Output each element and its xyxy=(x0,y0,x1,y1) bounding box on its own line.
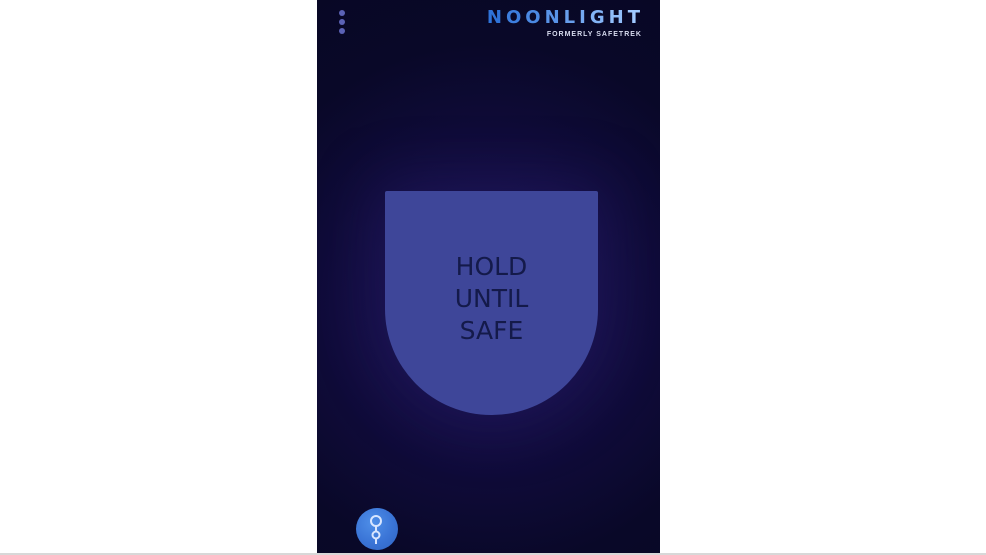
hold-label-line: UNTIL xyxy=(454,284,529,313)
timer-mode-button[interactable] xyxy=(356,508,398,550)
logo-letter: H xyxy=(608,7,628,28)
hold-button-label: HOLD UNTIL SAFE xyxy=(455,251,529,347)
hold-label-line: SAFE xyxy=(459,316,524,345)
logo-letter: I xyxy=(579,7,590,28)
menu-dot-icon xyxy=(339,19,345,25)
brand-header: NOONLIGHT FORMERLY SAFETREK xyxy=(487,8,644,39)
noonlight-logo: NOONLIGHT xyxy=(487,8,644,28)
hold-until-safe-button[interactable]: HOLD UNTIL SAFE xyxy=(385,191,598,415)
screenshot-stage: NOONLIGHT FORMERLY SAFETREK HOLD UNTIL S… xyxy=(0,0,986,555)
logo-letter: N xyxy=(544,7,564,28)
hold-label-line: HOLD xyxy=(455,252,528,281)
menu-dot-icon xyxy=(339,28,345,34)
overflow-menu-button[interactable] xyxy=(333,8,351,38)
menu-dot-icon xyxy=(339,10,345,16)
logo-letter: T xyxy=(627,7,644,28)
logo-letter: O xyxy=(525,7,545,28)
timer-chain-icon xyxy=(370,515,382,544)
logo-letter: L xyxy=(563,7,580,28)
logo-letter: N xyxy=(486,7,506,28)
phone-screen: NOONLIGHT FORMERLY SAFETREK HOLD UNTIL S… xyxy=(317,0,660,555)
logo-letter: O xyxy=(505,7,526,28)
logo-letter: G xyxy=(589,7,609,28)
brand-tagline: FORMERLY SAFETREK xyxy=(546,31,642,38)
